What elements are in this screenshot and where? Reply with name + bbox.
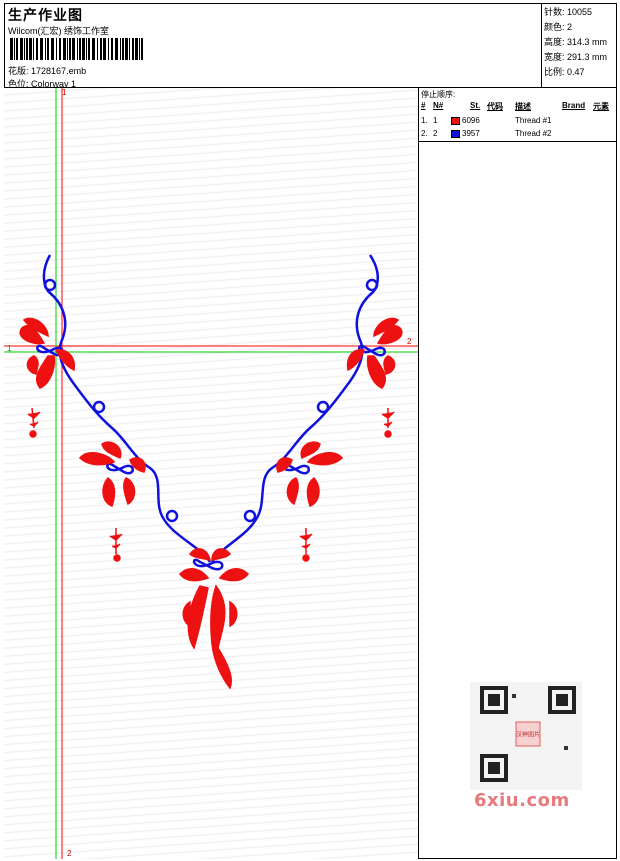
col-header-brand: Brand <box>562 101 586 110</box>
colors-stat: 颜色: 2 <box>544 20 617 35</box>
scale-stat: 比例: 0.47 <box>544 65 617 80</box>
row-desc: Thread #1 <box>515 116 552 125</box>
guide-label-bottom: 2 <box>67 849 72 858</box>
guide-label-left: 1 <box>7 344 12 353</box>
col-header-code: 代码 <box>487 102 503 111</box>
pattern-value: 1728167.emb <box>31 66 87 76</box>
color-swatch <box>451 130 460 138</box>
barcode <box>10 38 143 60</box>
watermark-text: 6xiu.com <box>474 790 570 811</box>
height-stat: 高度: 314.3 mm <box>544 35 617 50</box>
stats-box: 针数: 10055 颜色: 2 高度: 314.3 mm 宽度: 291.3 m… <box>542 3 617 88</box>
embroidery-design: 1 2 1 2 <box>4 88 418 859</box>
guide-label-top: 1 <box>62 88 67 97</box>
row-num: 1. <box>421 116 428 125</box>
design-canvas[interactable]: 1 2 1 2 <box>4 88 419 859</box>
thread-2-stitches <box>36 254 386 571</box>
height-value: 314.3 mm <box>567 37 608 47</box>
qr-stamp-text: 汉神图片 <box>516 730 540 738</box>
width-value: 291.3 mm <box>567 52 608 62</box>
header-section: 生产作业图 Wilcom(汇宏) 绣饰工作室 花版: 1728167.emb 色… <box>4 3 542 89</box>
row-n: 2 <box>433 129 438 138</box>
qr-code: 汉神图片 <box>470 682 582 790</box>
width-stat: 宽度: 291.3 mm <box>544 50 617 65</box>
col-header-st: St. <box>470 101 481 110</box>
thread-row[interactable]: 1. 1 6096 Thread #1 <box>419 116 617 129</box>
stitches-value: 10055 <box>567 7 593 17</box>
col-header-element: 元素 <box>593 102 609 111</box>
page-title: 生产作业图 <box>8 7 83 23</box>
row-code: 3957 <box>462 129 480 138</box>
scale-value: 0.47 <box>567 67 585 77</box>
row-num: 2. <box>421 129 428 138</box>
height-label: 高度: <box>544 37 565 47</box>
row-code: 6096 <box>462 116 480 125</box>
col-header-num: # <box>421 101 426 110</box>
thread-1-stitches <box>19 317 403 690</box>
row-n: 1 <box>433 116 438 125</box>
stop-sequence-title: 停止顺序: <box>421 90 456 99</box>
color-swatch <box>451 117 460 125</box>
row-desc: Thread #2 <box>515 129 552 138</box>
colors-label: 颜色: <box>544 22 565 32</box>
col-header-n: N# <box>433 101 444 110</box>
stitches-label: 针数: <box>544 7 565 17</box>
scale-label: 比例: <box>544 67 565 77</box>
colors-value: 2 <box>567 22 573 32</box>
stitches-stat: 针数: 10055 <box>544 5 617 20</box>
pattern-label: 花版: <box>8 66 29 76</box>
qr-code-graphic: 汉神图片 <box>480 686 576 782</box>
software-name: Wilcom(汇宏) 绣饰工作室 <box>8 26 109 36</box>
col-header-desc: 描述 <box>515 102 531 111</box>
guide-label-right: 2 <box>407 337 412 346</box>
panel-divider <box>419 141 617 142</box>
width-label: 宽度: <box>544 52 565 62</box>
pattern-line: 花版: 1728167.emb <box>8 64 86 77</box>
